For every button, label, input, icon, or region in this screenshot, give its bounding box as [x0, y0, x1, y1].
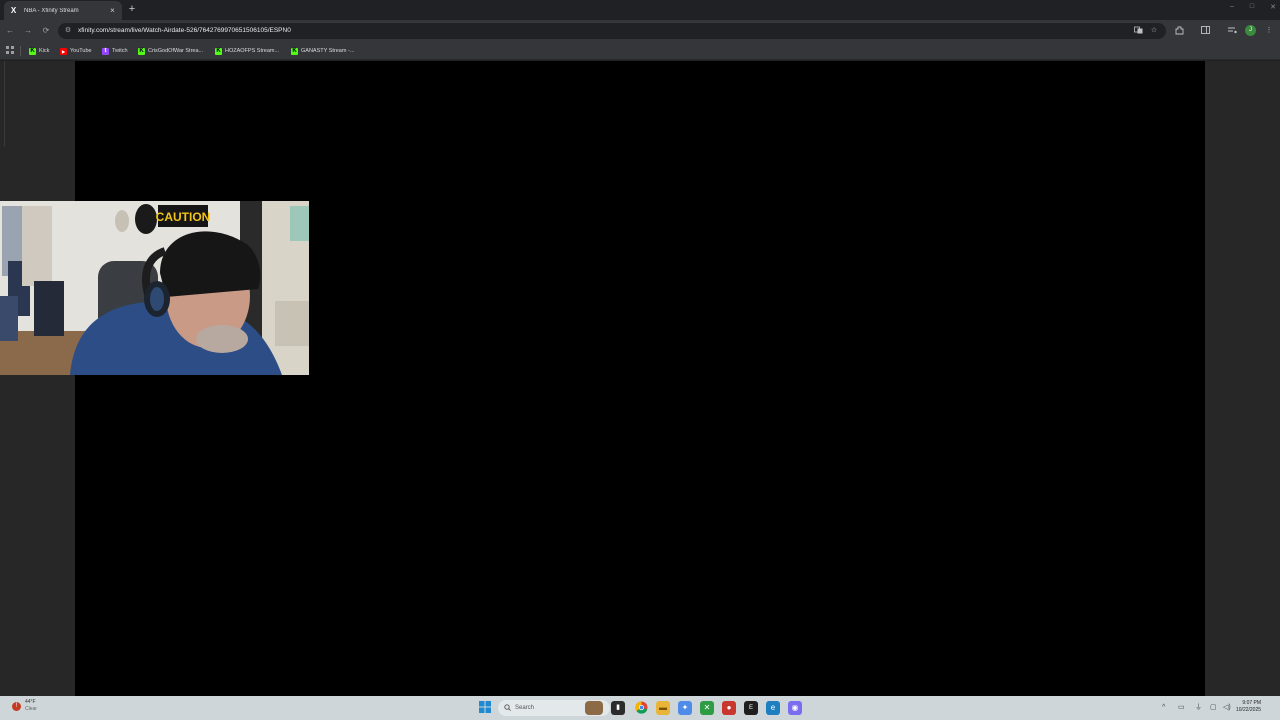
clock-date: 10/22/2025 — [1236, 707, 1262, 713]
caution-sign-text: CAUTION — [156, 210, 211, 224]
tab-title: NBA - Xfinity Stream — [24, 7, 79, 14]
translate-icon[interactable] — [1133, 26, 1143, 36]
edge-icon[interactable]: e — [766, 701, 780, 715]
clock-time: 9:07 PM — [1242, 700, 1262, 706]
volume-icon[interactable]: ◁) — [1223, 703, 1231, 713]
tab-nba-xfinity[interactable]: X NBA - Xfinity Stream × — [4, 1, 122, 20]
chrome-icon[interactable] — [634, 701, 648, 715]
forward-button[interactable]: → — [22, 25, 34, 37]
browser-toolbar: ← → ⟳ ⚙ xfinity.com/stream/live/Watch-Ai… — [0, 20, 1280, 42]
twitch-icon: t — [102, 47, 109, 55]
network-icon[interactable]: ▭ — [1178, 703, 1185, 713]
bookmarks-bar: K Kick ▶ YouTube t Twitch K CrisGodOfWar… — [0, 42, 1280, 60]
windows-start-icon[interactable] — [478, 701, 492, 715]
bookmark-label: GANASTY Stream -... — [301, 48, 355, 54]
bookmark-separator — [20, 46, 21, 56]
bookmark-crisgodofwar[interactable]: K CrisGodOfWar Strea... — [138, 45, 203, 57]
address-bar[interactable]: ⚙ xfinity.com/stream/live/Watch-Airdate-… — [58, 23, 1166, 39]
microphone-icon[interactable]: ⏚ — [1195, 703, 1202, 713]
close-window-button[interactable]: ✕ — [1270, 3, 1276, 11]
search-icon — [504, 703, 511, 713]
side-panel-icon[interactable] — [1200, 26, 1210, 36]
site-info-icon[interactable]: ⚙ — [63, 26, 73, 36]
kick-icon: K — [29, 47, 36, 55]
extensions-icon[interactable] — [1174, 26, 1184, 36]
menu-kebab-icon[interactable]: ⋮ — [1264, 26, 1274, 36]
monitor-icon[interactable]: ▢ — [1210, 703, 1217, 713]
bookmark-youtube[interactable]: ▶ YouTube — [60, 45, 92, 57]
minimize-button[interactable]: – — [1230, 3, 1234, 11]
copilot-icon[interactable]: ✦ — [678, 701, 692, 715]
bookmark-kick[interactable]: K Kick — [29, 45, 49, 57]
xbox-icon[interactable]: ✕ — [700, 701, 714, 715]
search-placeholder: Search — [515, 705, 535, 711]
windows-taskbar: ! 44°F Clear Search ▮ ▬ ✦ ✕ ● E e ◉ ^ ▭ … — [0, 696, 1280, 720]
media-controls-icon[interactable] — [1227, 26, 1237, 36]
tab-close-icon[interactable]: × — [108, 6, 117, 15]
bookmark-twitch[interactable]: t Twitch — [102, 45, 128, 57]
window-controls: – □ ✕ — [1230, 3, 1276, 11]
url-text[interactable]: xfinity.com/stream/live/Watch-Airdate-52… — [78, 26, 291, 36]
bookmark-hozaofps[interactable]: K HOZAOFPS Stream... — [215, 45, 279, 57]
weather-description: Clear — [25, 706, 37, 712]
system-clock[interactable]: 9:07 PM 10/22/2025 — [1236, 700, 1261, 714]
kick-icon: K — [215, 47, 222, 55]
back-button[interactable]: ← — [4, 25, 16, 37]
maximize-button[interactable]: □ — [1250, 3, 1254, 11]
bookmark-label: Kick — [39, 48, 50, 54]
weather-temperature: 44°F — [25, 699, 36, 705]
webcam-overlay: CAUTION — [0, 201, 309, 375]
bookmark-label: Twitch — [112, 48, 128, 54]
kick-icon: K — [138, 47, 145, 55]
tray-overflow-icon[interactable]: ^ — [1162, 703, 1165, 713]
discord-icon[interactable]: ◉ — [788, 701, 802, 715]
obs-icon[interactable]: ● — [722, 701, 736, 715]
profile-avatar[interactable]: J — [1245, 25, 1256, 36]
weather-widget[interactable]: ! 44°F Clear — [12, 699, 37, 713]
youtube-icon: ▶ — [60, 47, 67, 55]
bookmark-label: CrisGodOfWar Strea... — [148, 48, 204, 54]
webcam-feed-image: CAUTION — [0, 201, 309, 375]
video-player[interactable] — [75, 61, 1205, 696]
apps-grid-icon[interactable] — [6, 46, 15, 55]
task-view-icon[interactable]: ▮ — [611, 701, 625, 715]
tab-strip: X NBA - Xfinity Stream × + – □ ✕ — [0, 0, 1280, 20]
epic-games-icon[interactable]: E — [744, 701, 758, 715]
weather-icon: ! — [12, 701, 21, 711]
file-explorer-icon[interactable]: ▬ — [656, 701, 670, 715]
xfinity-favicon-icon: X — [10, 6, 17, 15]
new-tab-button[interactable]: + — [127, 3, 137, 15]
bookmark-star-icon[interactable]: ☆ — [1149, 26, 1159, 36]
kick-icon: K — [291, 47, 298, 55]
left-edge-panel — [0, 61, 5, 146]
search-highlight-icon — [585, 701, 603, 715]
page-content — [0, 61, 1280, 696]
bookmark-ganasty[interactable]: K GANASTY Stream -... — [291, 45, 354, 57]
bookmark-label: YouTube — [70, 48, 92, 54]
bookmark-label: HOZAOFPS Stream... — [225, 48, 280, 54]
reload-button[interactable]: ⟳ — [40, 25, 52, 37]
